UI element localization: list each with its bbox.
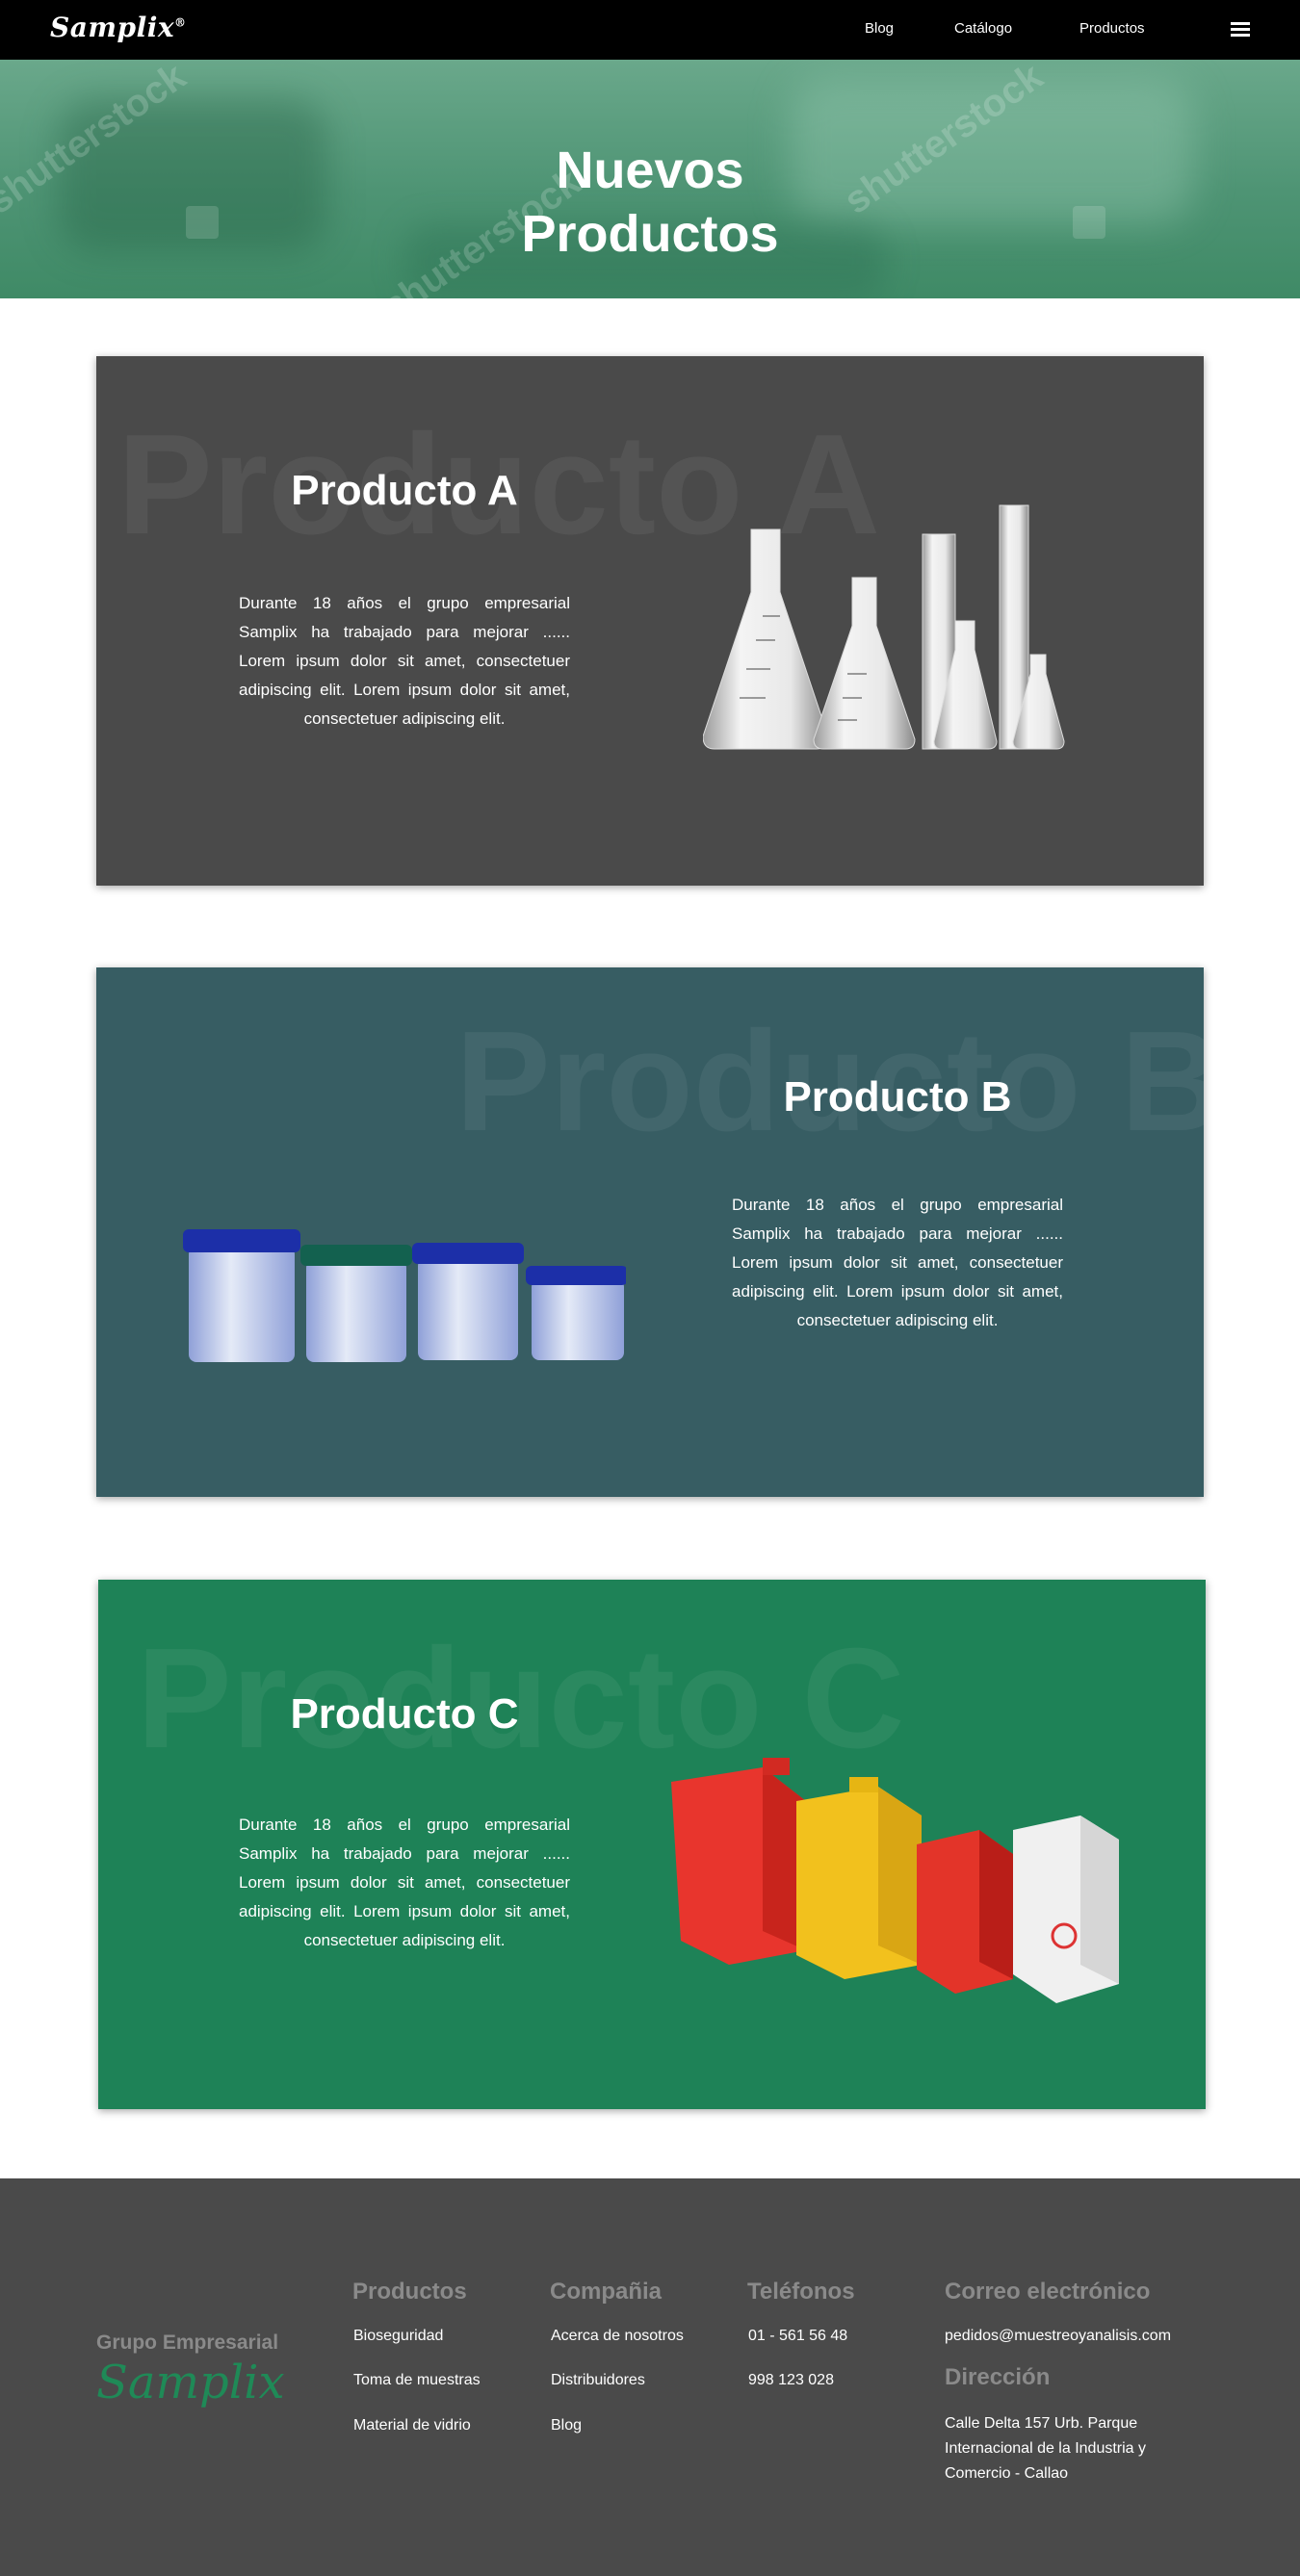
footer-brand-logo: Samplix — [96, 2356, 285, 2409]
product-description: Durante 18 años el grupo empresarial Sam… — [239, 594, 570, 728]
product-card-a: Producto A Producto A Durante 18 años el… — [96, 356, 1204, 886]
footer-heading-telefonos: Teléfonos — [747, 2279, 855, 2305]
footer-phone-1: 01 - 561 56 48 — [748, 2328, 848, 2344]
footer-link-distribuidores[interactable]: Distribuidores — [551, 2372, 645, 2389]
footer-phone-2: 998 123 028 — [748, 2372, 834, 2388]
hero-title: Nuevos Productos — [521, 142, 779, 263]
product-title: Producto C — [290, 1690, 519, 1738]
nav-link-productos[interactable]: Productos — [1079, 20, 1145, 37]
footer-link-material-de-vidrio[interactable]: Material de vidrio — [353, 2417, 471, 2434]
footer-link-blog[interactable]: Blog — [551, 2417, 582, 2434]
footer-heading-direccion: Dirección — [945, 2364, 1051, 2390]
nav-link-catalogo[interactable]: Catálogo — [954, 20, 1012, 37]
biohazard-boxes-image — [671, 1758, 1119, 2003]
laboratory-glassware-image — [703, 504, 1065, 750]
product-card-b: Producto B Producto B Durante 18 años el… — [96, 967, 1204, 1497]
product-card-c: Producto C Producto C Durante 18 años el… — [98, 1580, 1206, 2109]
hero-banner: shutterstock shutterstock shutterstock N… — [0, 60, 1300, 298]
sample-containers-image — [183, 1229, 626, 1362]
footer-heading-productos: Productos — [352, 2279, 467, 2305]
product-description: Durante 18 años el grupo empresarial Sam… — [732, 1196, 1063, 1329]
footer-heading-compania: Compañia — [550, 2279, 663, 2305]
footer: Grupo Empresarial Samplix Productos Bios… — [0, 2178, 1300, 2576]
footer-link-toma-de-muestras[interactable]: Toma de muestras — [353, 2372, 481, 2389]
footer-heading-correo: Correo electrónico — [945, 2279, 1151, 2305]
footer-email-link[interactable]: pedidos@muestreoyanalisis.com — [945, 2328, 1171, 2345]
footer-link-bioseguridad[interactable]: Bioseguridad — [353, 2328, 443, 2345]
footer-brand-name: Grupo Empresarial — [96, 2331, 279, 2354]
product-title: Producto B — [783, 1073, 1012, 1121]
product-title: Producto A — [291, 467, 518, 514]
samplix-logo[interactable]: Samplix® — [50, 12, 187, 43]
product-description: Durante 18 años el grupo empresarial Sam… — [239, 1816, 570, 1949]
nav-link-blog[interactable]: Blog — [865, 20, 894, 37]
footer-address: Calle Delta 157 Urb. Parque Internaciona… — [945, 2415, 1147, 2482]
navbar: Samplix® Blog Catálogo Productos — [0, 0, 1300, 60]
hamburger-menu-icon[interactable] — [1231, 22, 1250, 38]
footer-link-acerca[interactable]: Acerca de nosotros — [551, 2328, 684, 2345]
